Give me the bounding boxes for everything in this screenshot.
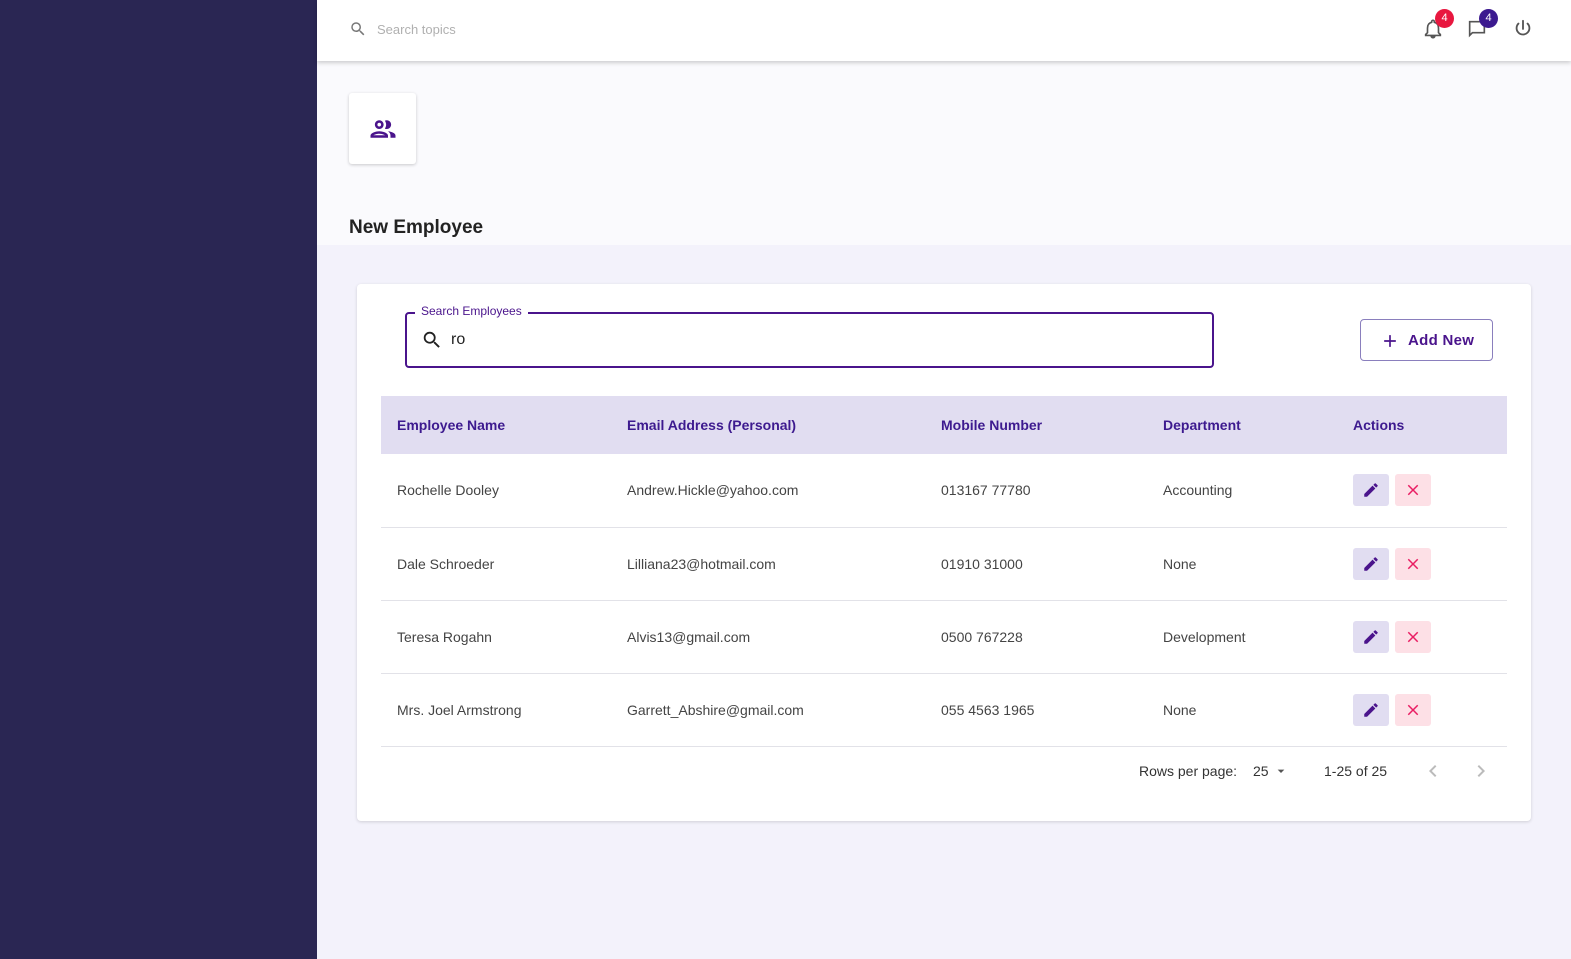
search-icon <box>351 22 365 36</box>
cell-mobile: 01910 31000 <box>941 555 1023 572</box>
top-bar: 4 4 <box>317 0 1571 61</box>
chevron-left-icon <box>1429 765 1437 777</box>
page-icon-card <box>349 93 416 164</box>
column-header-name[interactable]: Employee Name <box>381 396 611 454</box>
pencil-icon <box>1364 556 1378 571</box>
table-row[interactable]: Teresa Rogahn Alvis13@gmail.com 0500 767… <box>381 600 1507 673</box>
employee-search-input[interactable] <box>451 326 1191 354</box>
pencil-icon <box>1364 483 1378 497</box>
topic-search-input[interactable] <box>377 18 677 40</box>
cell-email: Garrett_Abshire@gmail.com <box>627 701 804 718</box>
people-icon <box>370 120 396 138</box>
cell-name: Rochelle Dooley <box>397 482 499 499</box>
close-icon <box>1407 704 1419 715</box>
cell-name: Dale Schroeder <box>397 555 495 572</box>
page-header: New Employee <box>317 61 1571 245</box>
sidebar <box>0 0 317 959</box>
pencil-icon <box>1364 702 1378 717</box>
close-icon <box>1407 485 1419 496</box>
cell-actions <box>1337 527 1507 600</box>
notifications-badge: 4 <box>1435 9 1454 28</box>
close-icon <box>1407 558 1419 569</box>
cell-actions <box>1337 600 1507 673</box>
cell-name: Teresa Rogahn <box>397 628 492 645</box>
cell-department: Development <box>1163 628 1246 645</box>
notifications-button[interactable]: 4 <box>1420 9 1454 42</box>
previous-page-button[interactable] <box>1419 757 1447 785</box>
page-range: 1-25 of 25 <box>1324 763 1388 779</box>
employee-search-label: Search Employees <box>415 304 528 318</box>
edit-button[interactable] <box>1353 547 1389 580</box>
edit-button[interactable] <box>1353 474 1389 507</box>
table-row[interactable]: Dale Schroeder Lilliana23@hotmail.com 01… <box>381 527 1507 600</box>
cell-mobile: 013167 77780 <box>941 482 1031 499</box>
column-header-department[interactable]: Department <box>1147 396 1337 454</box>
delete-button[interactable] <box>1395 547 1431 580</box>
next-page-button[interactable] <box>1467 757 1495 785</box>
search-icon <box>423 331 440 348</box>
pencil-icon <box>1364 629 1378 644</box>
cell-department: None <box>1163 701 1197 718</box>
delete-button[interactable] <box>1395 693 1431 726</box>
pagination: Rows per page: 25 1-25 of 25 <box>357 747 1531 797</box>
employee-search-field[interactable]: Search Employees <box>405 304 1214 368</box>
delete-button[interactable] <box>1395 620 1431 653</box>
cell-department: Accounting <box>1163 482 1233 499</box>
delete-button[interactable] <box>1395 474 1431 507</box>
add-new-label: Add New <box>1408 332 1475 349</box>
cell-email: Andrew.Hickle@yahoo.com <box>627 482 799 499</box>
cell-actions <box>1337 673 1507 746</box>
rows-per-page-value: 25 <box>1253 763 1269 779</box>
column-header-actions: Actions <box>1353 417 1405 433</box>
cell-email: Alvis13@gmail.com <box>627 628 751 645</box>
rows-per-page-label: Rows per page: <box>1139 763 1238 779</box>
close-icon <box>1407 631 1419 642</box>
column-header-mobile[interactable]: Mobile Number <box>925 396 1147 454</box>
cell-mobile: 0500 767228 <box>941 628 1023 645</box>
caret-down-icon <box>1277 769 1285 773</box>
edit-button[interactable] <box>1353 693 1389 726</box>
cell-email: Lilliana23@hotmail.com <box>627 555 776 572</box>
page-title: New Employee <box>349 217 484 238</box>
cell-actions <box>1337 454 1507 527</box>
logout-button[interactable] <box>1510 16 1536 42</box>
chevron-right-icon <box>1477 765 1485 777</box>
messages-badge: 4 <box>1479 9 1498 28</box>
add-new-button[interactable]: Add New <box>1360 319 1493 361</box>
table-row[interactable]: Mrs. Joel Armstrong Garrett_Abshire@gmai… <box>381 673 1507 746</box>
cell-department: None <box>1163 555 1197 572</box>
cell-name: Mrs. Joel Armstrong <box>397 701 522 718</box>
column-header-email[interactable]: Email Address (Personal) <box>611 396 925 454</box>
edit-button[interactable] <box>1353 620 1389 653</box>
table-header-row: Employee Name Email Address (Personal) M… <box>381 396 1507 454</box>
rows-per-page-select[interactable]: 25 <box>1253 763 1285 779</box>
cell-mobile: 055 4563 1965 <box>941 701 1035 718</box>
employees-table: Employee Name Email Address (Personal) M… <box>381 396 1507 747</box>
power-icon <box>1515 19 1531 36</box>
main-content: 4 4 New Employee Search Employees <box>317 0 1571 959</box>
employees-card: Search Employees Add New Employee Name E… <box>357 284 1531 821</box>
table-row[interactable]: Rochelle Dooley Andrew.Hickle@yahoo.com … <box>381 454 1507 527</box>
messages-button[interactable]: 4 <box>1464 9 1498 42</box>
plus-icon <box>1384 335 1396 347</box>
